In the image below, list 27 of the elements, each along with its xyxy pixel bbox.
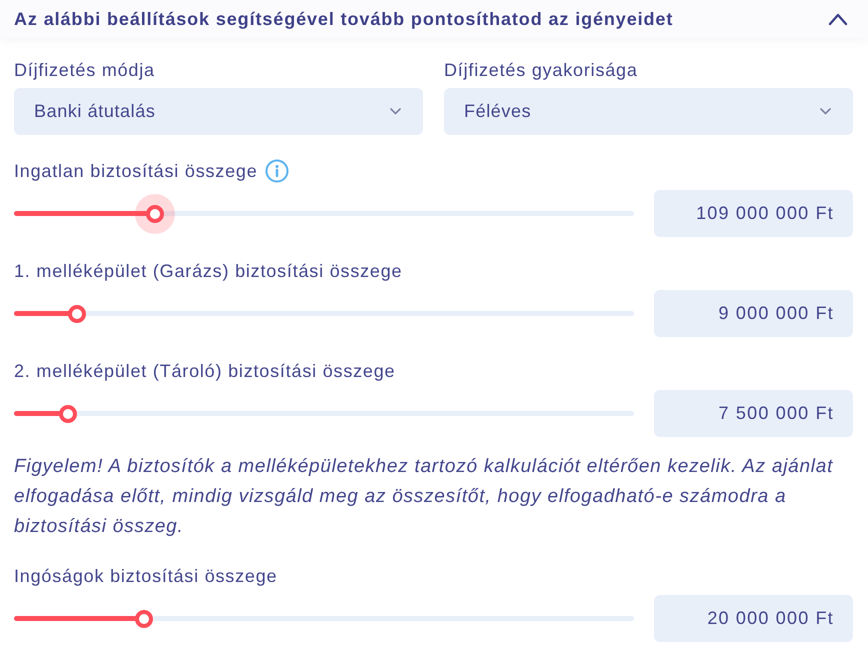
- slider-label: Ingóságok biztosítási összege: [14, 565, 278, 588]
- notice-text: Figyelem! A biztosítók a melléképületekhez tartozó kalkulációt eltérően kezelik. Az ajánlat elfogadása előtt, mindig vizsgáld meg az összesítőt, hogy elfogadható-e számodra a biztosítási összeg.: [14, 455, 834, 539]
- slider[interactable]: [14, 194, 634, 234]
- amount-field[interactable]: 20 000 000 Ft: [654, 595, 853, 642]
- select-dropdown[interactable]: Banki átutalás: [14, 88, 423, 135]
- chevron-down-icon: [820, 108, 831, 115]
- select-value: Féléves: [464, 101, 532, 122]
- amount-field[interactable]: 109 000 000 Ft: [654, 190, 853, 237]
- slider-label: 1. melléképület (Garázs) biztosítási összege: [14, 260, 402, 283]
- slider-label: 2. melléképület (Tároló) biztosítási összege: [14, 360, 396, 383]
- section-title: Az alábbi beállítások segítségével tovább pontosíthatod az igényeidet: [14, 8, 674, 30]
- slider-thumb[interactable]: [58, 404, 77, 422]
- slider-label: Ingatlan biztosítási összege: [14, 160, 258, 183]
- select-label: Díjfizetés módja: [14, 59, 156, 82]
- chevron-down-icon: [390, 108, 401, 115]
- section-header[interactable]: Az alábbi beállítások segítségével tovább pontosíthatod az igényeidet: [0, 0, 868, 38]
- slider-thumb[interactable]: [68, 304, 86, 322]
- select-label: Díjfizetés gyakorisága: [444, 59, 639, 82]
- slider-thumb[interactable]: [146, 204, 164, 222]
- info-icon[interactable]: [264, 159, 289, 183]
- chevron-up-icon: [828, 12, 848, 26]
- amount-field[interactable]: 9 000 000 Ft: [654, 290, 853, 337]
- select-dropdown[interactable]: Féléves: [444, 88, 853, 135]
- select-value: Banki átutalás: [34, 101, 156, 122]
- amount-field[interactable]: 7 500 000 Ft: [654, 390, 853, 437]
- collapse-button[interactable]: [828, 12, 848, 26]
- slider-thumb[interactable]: [135, 610, 154, 628]
